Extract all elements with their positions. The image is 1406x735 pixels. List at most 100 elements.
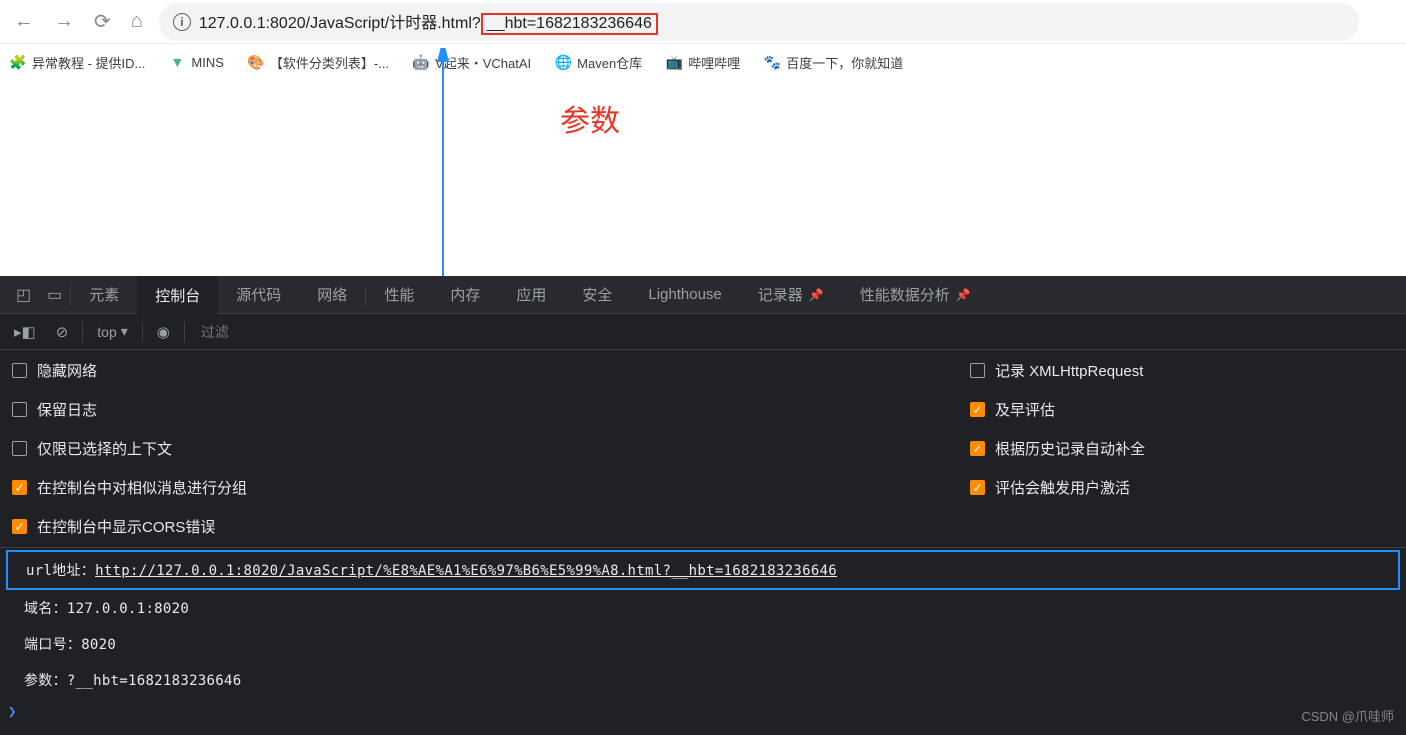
settings-col-left: 隐藏网络 保留日志 仅限已选择的上下文 ✓ 在控制台中对相似消息进行分组 ✓ 在控制… [0,360,958,537]
bookmark-icon: 🤖 [413,54,429,70]
separator [184,322,185,342]
home-button[interactable]: ⌂ [127,6,147,37]
globe-icon: 🌐 [555,54,571,70]
setting-label: 仅限已选择的上下文 [37,438,172,459]
bookmark-label: Maven仓库 [577,53,642,72]
url-text: 127.0.0.1:8020/JavaScript/计时器.html?__hbt… [199,9,658,35]
output-line-domain: 域名：127.0.0.1:8020 [0,590,1406,626]
separator [82,322,83,342]
setting-cors-errors[interactable]: ✓ 在控制台中显示CORS错误 [12,516,946,537]
bookmarks-bar: 🧩异常教程 - 提供ID... ▼ MINS 🎨 【软件分类列表】-... 🤖 V起来… [0,44,1406,80]
pin-icon: 📌 [956,288,971,302]
setting-log-xhr[interactable]: 记录 XMLHttpRequest [970,360,1394,381]
separator [142,322,143,342]
devtools-panel: ◰ ▭ 元素 控制台 源代码 网络 性能 内存 应用 安全 Lighthouse… [0,276,1406,735]
tab-application[interactable]: 应用 [498,276,564,314]
tab-label: 记录器 [758,284,803,305]
console-toolbar: ▸◧ ⊘ top ▾ ◉ [0,314,1406,350]
output-url-link[interactable]: http://127.0.0.1:8020/JavaScript/%E8%AE%… [95,563,837,579]
console-output: url地址：http://127.0.0.1:8020/JavaScript/%… [0,548,1406,728]
watermark: CSDN @爪哇师 [1301,706,1394,725]
setting-hide-network[interactable]: 隐藏网络 [12,360,946,381]
setting-label: 隐藏网络 [37,360,97,381]
setting-user-activation[interactable]: ✓ 评估会触发用户激活 [970,477,1394,498]
forward-button[interactable]: → [50,6,78,37]
console-settings: 隐藏网络 保留日志 仅限已选择的上下文 ✓ 在控制台中对相似消息进行分组 ✓ 在控制… [0,350,1406,548]
setting-autocomplete[interactable]: ✓ 根据历史记录自动补全 [970,438,1394,459]
checkbox-icon: ✓ [970,441,985,456]
device-icon[interactable]: ▭ [39,285,70,305]
bookmark-label: 哔哩哔哩 [688,53,740,72]
clear-console-icon[interactable]: ⊘ [50,323,75,341]
devtools-tabs: ◰ ▭ 元素 控制台 源代码 网络 性能 内存 应用 安全 Lighthouse… [0,276,1406,314]
setting-label: 在控制台中显示CORS错误 [37,516,215,537]
checkbox-icon [12,402,27,417]
tab-memory[interactable]: 内存 [432,276,498,314]
sidebar-toggle-icon[interactable]: ▸◧ [8,323,42,341]
url-bar[interactable]: i 127.0.0.1:8020/JavaScript/计时器.html?__h… [159,3,1359,41]
checkbox-icon: ✓ [12,480,27,495]
reload-button[interactable]: ⟳ [90,5,115,38]
bookmark-item-5[interactable]: 📺 哔哩哔哩 [666,53,740,72]
tab-sources[interactable]: 源代码 [218,276,299,314]
chevron-down-icon: ▾ [121,323,128,340]
site-info-icon[interactable]: i [173,13,191,31]
bookmark-item-3[interactable]: 🤖 V起来・VChatAI [413,53,531,72]
bookmark-icon: 🎨 [248,54,264,70]
bookmark-icon: 🧩 [10,54,26,70]
bookmark-item-2[interactable]: 🎨 【软件分类列表】-... [248,53,389,72]
setting-group-similar[interactable]: ✓ 在控制台中对相似消息进行分组 [12,477,946,498]
bookmark-label: 【软件分类列表】-... [270,53,389,72]
setting-label: 评估会触发用户激活 [995,477,1130,498]
checkbox-icon: ✓ [970,480,985,495]
context-selector[interactable]: top ▾ [91,323,134,340]
annotation-label: 参数 [560,96,620,140]
output-line-params: 参数：?__hbt=1682183236646 [0,662,1406,698]
browser-toolbar: ← → ⟳ ⌂ i 127.0.0.1:8020/JavaScript/计时器.… [0,0,1406,44]
settings-col-right: 记录 XMLHttpRequest ✓ 及早评估 ✓ 根据历史记录自动补全 ✓ 评估会… [958,360,1406,537]
output-prefix: url地址： [26,563,95,579]
bookmark-label: 百度一下，你就知道 [786,53,903,72]
vue-icon: ▼ [169,54,185,70]
setting-label: 在控制台中对相似消息进行分组 [37,477,247,498]
checkbox-icon: ✓ [970,402,985,417]
bookmark-item-0[interactable]: 🧩异常教程 - 提供ID... [10,53,145,72]
checkbox-icon [12,363,27,378]
setting-label: 根据历史记录自动补全 [995,438,1145,459]
inspect-icon[interactable]: ◰ [8,285,39,305]
setting-label: 保留日志 [37,399,97,420]
live-expression-icon[interactable]: ◉ [151,323,176,341]
bilibili-icon: 📺 [666,54,682,70]
tab-performance[interactable]: 性能 [366,276,432,314]
setting-selected-context[interactable]: 仅限已选择的上下文 [12,438,946,459]
bookmark-item-6[interactable]: 🐾 百度一下，你就知道 [764,53,903,72]
tab-elements[interactable]: 元素 [71,276,137,314]
tab-label: 性能数据分析 [860,284,950,305]
tab-network[interactable]: 网络 [299,276,365,314]
back-button[interactable]: ← [10,6,38,37]
tab-perf-insights[interactable]: 性能数据分析 📌 [842,276,989,314]
setting-preserve-log[interactable]: 保留日志 [12,399,946,420]
filter-input[interactable] [193,320,390,344]
context-label: top [97,324,116,340]
tab-security[interactable]: 安全 [564,276,630,314]
tab-console[interactable]: 控制台 [137,276,218,314]
bookmark-label: MINS [191,55,224,70]
checkbox-icon [970,363,985,378]
output-line-url: url地址：http://127.0.0.1:8020/JavaScript/%… [6,550,1400,590]
setting-label: 记录 XMLHttpRequest [995,360,1143,381]
baidu-icon: 🐾 [764,54,780,70]
tab-recorder[interactable]: 记录器 📌 [740,276,842,314]
console-prompt[interactable]: ❯ [0,698,1406,726]
checkbox-icon: ✓ [12,519,27,534]
output-line-port: 端口号：8020 [0,626,1406,662]
setting-eager-eval[interactable]: ✓ 及早评估 [970,399,1394,420]
bookmark-item-4[interactable]: 🌐 Maven仓库 [555,53,642,72]
url-prefix: 127.0.0.1:8020/JavaScript/计时器.html? [199,15,481,32]
bookmark-label: V起来・VChatAI [435,53,531,72]
tab-lighthouse[interactable]: Lighthouse [630,276,739,314]
bookmark-item-1[interactable]: ▼ MINS [169,54,224,70]
pin-icon: 📌 [809,288,824,302]
setting-label: 及早评估 [995,399,1055,420]
checkbox-icon [12,441,27,456]
